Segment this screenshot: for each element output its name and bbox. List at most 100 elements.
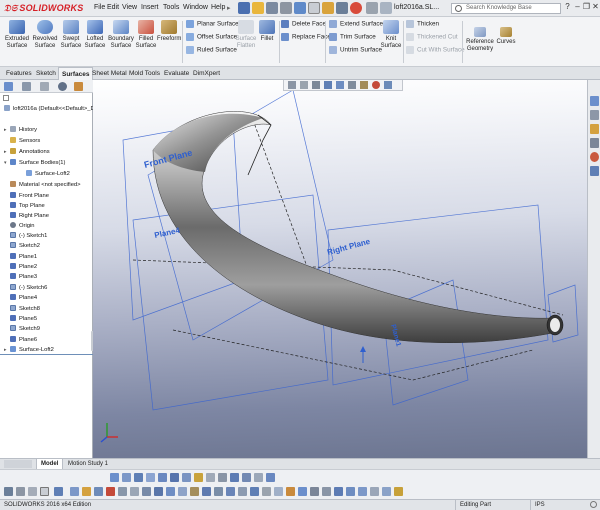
tree-item-sketch6[interactable]: (-) Sketch6 — [10, 283, 47, 293]
tree-item-sketch2[interactable]: Sketch2 — [10, 241, 40, 251]
view-orientation-icon[interactable] — [336, 81, 344, 89]
geometry-analysis-icon[interactable] — [262, 487, 271, 496]
check-icon[interactable] — [250, 487, 259, 496]
extend-surface-button[interactable]: Extend Surface — [329, 20, 383, 28]
extruded-surface-button[interactable]: Extruded Surface — [3, 20, 31, 50]
reference-geometry-button[interactable]: Reference Geometry — [465, 27, 495, 53]
knit-surface-button[interactable]: Knit Surface — [380, 20, 402, 50]
zebra-stripes-icon[interactable] — [202, 487, 211, 496]
parting-line-analysis-icon[interactable] — [322, 487, 331, 496]
zoom-area-icon[interactable] — [300, 81, 308, 89]
tab-features[interactable]: Features — [3, 67, 35, 80]
tree-item-sketch1[interactable]: (-) Sketch1 — [10, 231, 47, 241]
appearances-icon[interactable] — [590, 152, 599, 162]
open-document-icon[interactable] — [252, 2, 264, 14]
tree-item-surface-loft2-body[interactable]: Surface-Loft2 — [26, 169, 70, 179]
file-explorer-icon[interactable] — [590, 124, 599, 134]
tree-item-history[interactable]: ▸ History — [4, 125, 37, 135]
expand-arrow-icon[interactable]: ▸ — [4, 147, 9, 157]
tree-item-origin[interactable]: Origin — [10, 221, 34, 231]
section-properties-icon[interactable] — [178, 487, 187, 496]
tab-sketch[interactable]: Sketch — [33, 67, 59, 80]
file-properties-icon[interactable] — [336, 2, 348, 14]
tree-item-plane1[interactable]: Plane1 — [10, 252, 37, 262]
select-icon[interactable] — [308, 2, 320, 14]
configuration-manager-tab-icon[interactable] — [40, 82, 49, 91]
edit-appearance-icon[interactable] — [372, 81, 380, 89]
relations-tool-icon[interactable] — [254, 473, 263, 482]
tab-dimxpert[interactable]: DimXpert — [190, 67, 223, 80]
replace-face-button[interactable]: Replace Face — [281, 33, 331, 41]
right-plane-label[interactable]: Right Plane — [326, 237, 371, 257]
scale-icon[interactable] — [334, 487, 343, 496]
symmetry-check-icon[interactable] — [274, 487, 283, 496]
sketch-text-icon[interactable] — [394, 487, 403, 496]
appearance-icon[interactable] — [106, 487, 115, 496]
tab-scroll-arrows[interactable] — [4, 460, 32, 468]
previous-view-icon[interactable] — [312, 81, 320, 89]
split-icon[interactable] — [358, 487, 367, 496]
menu-tools[interactable]: Tools — [163, 4, 179, 11]
pin-menu-icon[interactable]: ▸ — [227, 4, 231, 12]
tree-item-top-plane[interactable]: Top Plane — [10, 201, 45, 211]
tree-item-surface-bodies[interactable]: ▾ Surface Bodies(1) — [4, 158, 65, 168]
perspective-icon[interactable] — [118, 487, 127, 496]
restore-button[interactable]: ❐ — [582, 2, 591, 12]
tab-evaluate[interactable]: Evaluate — [161, 67, 192, 80]
curves-button[interactable]: Curves — [496, 27, 516, 46]
measure-icon[interactable] — [154, 487, 163, 496]
search-input[interactable]: Search Knowledge Base — [451, 3, 561, 14]
untrim-surface-button[interactable]: Untrim Surface — [329, 46, 382, 54]
menu-file[interactable]: File — [94, 4, 105, 11]
mass-properties-icon[interactable] — [166, 487, 175, 496]
tree-item-sketch9[interactable]: Sketch9 — [10, 324, 40, 334]
solidworks-resources-icon[interactable] — [590, 96, 599, 106]
undercut-analysis-icon[interactable] — [310, 487, 319, 496]
pattern-tool-icon[interactable] — [242, 473, 251, 482]
status-units-text[interactable]: IPS — [530, 500, 545, 510]
section-view-icon[interactable] — [324, 81, 332, 89]
minimize-button[interactable]: – — [573, 2, 582, 12]
tree-item-sketch8[interactable]: Sketch8 — [10, 304, 40, 314]
rebuild-icon[interactable] — [322, 2, 334, 14]
design-library-icon[interactable] — [590, 110, 599, 120]
rotate-view-icon[interactable] — [54, 487, 63, 496]
revolved-surface-button[interactable]: Revolved Surface — [31, 20, 59, 50]
tree-item-plane2[interactable]: Plane2 — [10, 262, 37, 272]
property-manager-tab-icon[interactable] — [22, 82, 31, 91]
menu-window[interactable]: Window — [183, 4, 208, 11]
loft-surface-body[interactable] — [152, 111, 564, 343]
draft-analysis-icon[interactable] — [214, 487, 223, 496]
tab-mold-tools[interactable]: Mold Tools — [126, 67, 163, 80]
view-settings-icon[interactable] — [4, 487, 13, 496]
shadows-icon[interactable] — [130, 487, 139, 496]
boundary-surface-button[interactable]: Boundary Surface — [107, 20, 135, 50]
view-palette-icon[interactable] — [590, 138, 599, 148]
zoom-icon[interactable] — [16, 487, 25, 496]
tree-root-part[interactable]: loft2016a (Default<<Default>_D — [4, 104, 95, 114]
help-icon[interactable]: ? — [563, 2, 572, 12]
curvature-icon[interactable] — [190, 487, 199, 496]
dimension-tool-icon[interactable] — [194, 473, 203, 482]
line-tool-icon[interactable] — [122, 473, 131, 482]
display-manager-tab-icon[interactable] — [74, 82, 83, 91]
import-diagnostics-icon[interactable] — [286, 487, 295, 496]
apply-scene-icon[interactable] — [384, 81, 392, 89]
plane4-label[interactable]: Plane4 — [154, 226, 182, 240]
expand-toolbar-icon[interactable] — [366, 2, 378, 14]
tree-item-annotations[interactable]: ▸ Annotations — [4, 147, 50, 157]
intersect-icon[interactable] — [382, 487, 391, 496]
planar-surface-button[interactable]: Planar Surface — [186, 20, 239, 28]
help-status-icon[interactable] — [590, 501, 597, 508]
filled-surface-button[interactable]: Filled Surface — [135, 20, 157, 50]
move-copy-body-icon[interactable] — [346, 487, 355, 496]
feature-tree-tab-icon[interactable] — [4, 82, 13, 91]
swept-surface-button[interactable]: Swept Surface — [59, 20, 83, 50]
display-style-icon[interactable] — [348, 81, 356, 89]
spline-tool-icon[interactable] — [170, 473, 179, 482]
solidworks-logo[interactable]: 𝔇𝔖 SOLIDWORKS — [4, 3, 83, 14]
filter-icon[interactable] — [3, 95, 9, 101]
ruled-surface-button[interactable]: Ruled Surface — [186, 46, 237, 54]
delete-face-button[interactable]: Delete Face — [281, 20, 326, 28]
thickness-analysis-icon[interactable] — [226, 487, 235, 496]
